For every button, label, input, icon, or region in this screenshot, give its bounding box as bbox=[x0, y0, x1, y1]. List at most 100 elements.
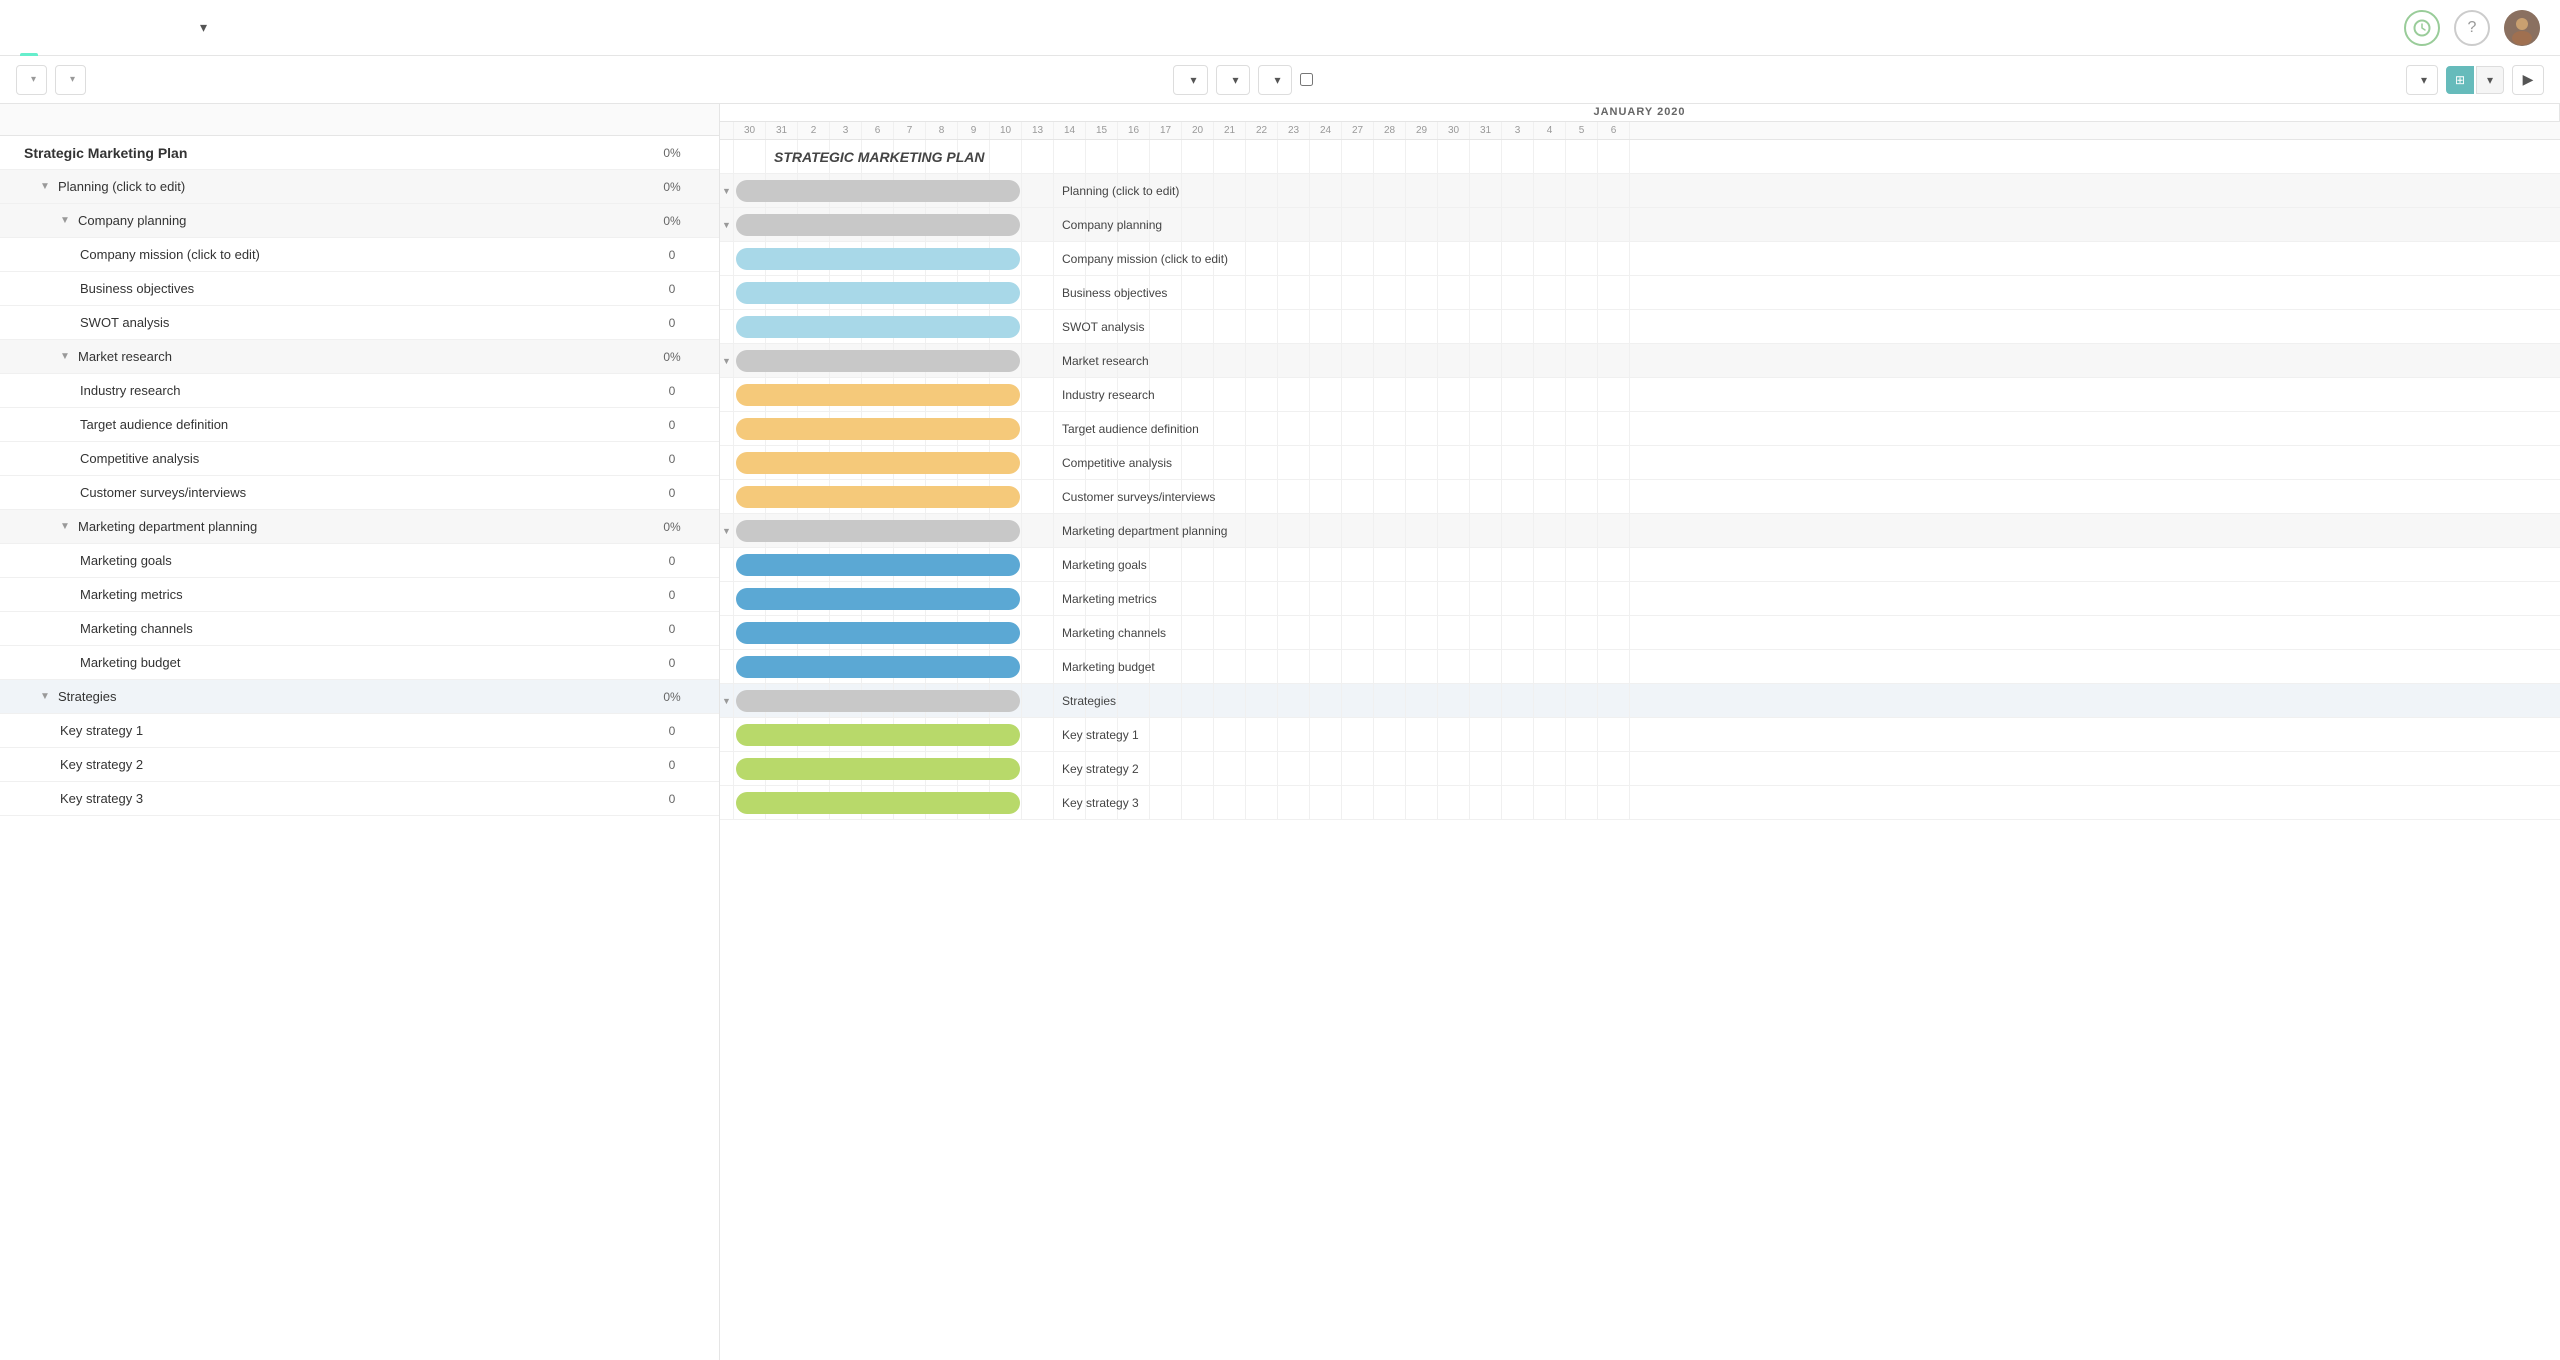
gantt-bar[interactable] bbox=[736, 282, 1020, 304]
gantt-row[interactable]: Competitive analysis bbox=[720, 446, 2560, 480]
all-colors-filter[interactable]: ▾ bbox=[1258, 65, 1292, 95]
gantt-bar[interactable] bbox=[736, 622, 1020, 644]
gantt-row[interactable]: ▼Strategies bbox=[720, 684, 2560, 718]
list-item[interactable]: Business objectives0 bbox=[0, 272, 719, 306]
list-item[interactable]: Key strategy 30 bbox=[0, 782, 719, 816]
gantt-expand-icon[interactable]: ▼ bbox=[722, 526, 731, 536]
tab-people[interactable] bbox=[146, 0, 182, 56]
gantt-bar[interactable] bbox=[736, 554, 1020, 576]
list-view-button[interactable]: ▾ bbox=[2476, 66, 2504, 94]
tab-more[interactable]: ▾ bbox=[182, 0, 225, 56]
gantt-row[interactable]: Company mission (click to edit) bbox=[720, 242, 2560, 276]
gantt-row[interactable]: STRATEGIC MARKETING PLAN bbox=[720, 140, 2560, 174]
grid-view-button[interactable]: ⊞ bbox=[2446, 66, 2474, 94]
menu-chevron-icon: ▾ bbox=[31, 74, 36, 85]
gantt-bar[interactable] bbox=[736, 486, 1020, 508]
menu-button[interactable]: ▾ bbox=[16, 65, 47, 95]
day-cell: 30 bbox=[734, 122, 766, 139]
gantt-expand-icon[interactable]: ▼ bbox=[722, 220, 731, 230]
tab-calendar[interactable] bbox=[74, 0, 110, 56]
list-item[interactable]: Marketing goals0 bbox=[0, 544, 719, 578]
gantt-row[interactable]: Key strategy 3 bbox=[720, 786, 2560, 820]
gantt-row[interactable]: Marketing goals bbox=[720, 548, 2560, 582]
expand-icon[interactable]: ▼ bbox=[40, 181, 52, 192]
list-item[interactable]: Marketing channels0 bbox=[0, 612, 719, 646]
gantt-grid-cell bbox=[1374, 412, 1406, 445]
gantt-row[interactable]: ▼Planning (click to edit) bbox=[720, 174, 2560, 208]
all-dates-filter[interactable]: ▾ bbox=[1216, 65, 1250, 95]
gantt-bar[interactable] bbox=[736, 384, 1020, 406]
list-item[interactable]: ▼Strategies0% bbox=[0, 680, 719, 714]
list-item[interactable]: ▼Company planning0% bbox=[0, 204, 719, 238]
gantt-row[interactable]: Target audience definition bbox=[720, 412, 2560, 446]
gantt-bar[interactable] bbox=[736, 248, 1020, 270]
expand-icon[interactable]: ▼ bbox=[60, 521, 72, 532]
gantt-row[interactable]: Business objectives bbox=[720, 276, 2560, 310]
gantt-expand-icon[interactable]: ▼ bbox=[722, 356, 731, 366]
gantt-bar[interactable] bbox=[736, 656, 1020, 678]
gantt-row[interactable]: Industry research bbox=[720, 378, 2560, 412]
day-cell: 10 bbox=[990, 122, 1022, 139]
list-item[interactable]: ▼Planning (click to edit)0% bbox=[0, 170, 719, 204]
gantt-row[interactable]: Customer surveys/interviews bbox=[720, 480, 2560, 514]
expand-icon[interactable]: ▼ bbox=[40, 691, 52, 702]
gantt-row[interactable]: ▼Marketing department planning bbox=[720, 514, 2560, 548]
hide-completed-label[interactable] bbox=[1300, 73, 1319, 86]
gantt-bar[interactable] bbox=[736, 792, 1020, 814]
gantt-bar[interactable] bbox=[736, 316, 1020, 338]
gantt-bar[interactable] bbox=[736, 588, 1020, 610]
view-button[interactable]: ▾ bbox=[55, 65, 86, 95]
expand-icon[interactable]: ▼ bbox=[60, 215, 72, 226]
gantt-row[interactable]: ▼Company planning bbox=[720, 208, 2560, 242]
list-item[interactable]: Customer surveys/interviews0 bbox=[0, 476, 719, 510]
gantt-bar[interactable] bbox=[736, 724, 1020, 746]
gantt-grid-cell bbox=[1246, 786, 1278, 819]
gantt-bar[interactable] bbox=[736, 214, 1020, 236]
export-button[interactable]: ▶ bbox=[2512, 65, 2544, 95]
month-row: JANUARY 2020 bbox=[720, 104, 2560, 122]
gantt-row[interactable]: Key strategy 2 bbox=[720, 752, 2560, 786]
gantt-row[interactable]: ▼Market research bbox=[720, 344, 2560, 378]
gantt-row[interactable]: Marketing budget bbox=[720, 650, 2560, 684]
gantt-row[interactable]: Marketing metrics bbox=[720, 582, 2560, 616]
gantt-expand-icon[interactable]: ▼ bbox=[722, 186, 731, 196]
list-item[interactable]: Key strategy 10 bbox=[0, 714, 719, 748]
list-item[interactable]: ▼Marketing department planning0% bbox=[0, 510, 719, 544]
gantt-row[interactable]: Marketing channels bbox=[720, 616, 2560, 650]
day-cell: 31 bbox=[766, 122, 798, 139]
list-item[interactable]: Marketing metrics0 bbox=[0, 578, 719, 612]
gantt-label: Business objectives bbox=[1062, 286, 1167, 300]
list-item[interactable]: Target audience definition0 bbox=[0, 408, 719, 442]
list-item[interactable]: Company mission (click to edit)0 bbox=[0, 238, 719, 272]
list-item[interactable]: Competitive analysis0 bbox=[0, 442, 719, 476]
zoom-button[interactable]: ▾ bbox=[2406, 65, 2438, 95]
list-item[interactable]: Key strategy 20 bbox=[0, 748, 719, 782]
gantt-row[interactable]: Key strategy 1 bbox=[720, 718, 2560, 752]
gantt-bar[interactable] bbox=[736, 180, 1020, 202]
gantt-grid-cell bbox=[1374, 616, 1406, 649]
tab-list[interactable] bbox=[38, 0, 74, 56]
gantt-grid-cell bbox=[1566, 684, 1598, 717]
gantt-bar[interactable] bbox=[736, 758, 1020, 780]
list-item[interactable]: SWOT analysis0 bbox=[0, 306, 719, 340]
gantt-expand-icon[interactable]: ▼ bbox=[722, 696, 731, 706]
expand-icon[interactable]: ▼ bbox=[60, 351, 72, 362]
gantt-bar[interactable] bbox=[736, 350, 1020, 372]
list-item[interactable]: Industry research0 bbox=[0, 374, 719, 408]
gantt-row[interactable]: SWOT analysis bbox=[720, 310, 2560, 344]
tab-gantt[interactable] bbox=[20, 0, 38, 56]
list-item[interactable]: ▼Market research0% bbox=[0, 340, 719, 374]
gantt-bar[interactable] bbox=[736, 690, 1020, 712]
gantt-bar[interactable] bbox=[736, 520, 1020, 542]
user-avatar[interactable] bbox=[2504, 10, 2540, 46]
hide-completed-checkbox[interactable] bbox=[1300, 73, 1313, 86]
gantt-bar[interactable] bbox=[736, 418, 1020, 440]
task-list: Strategic Marketing Plan0%▼Planning (cli… bbox=[0, 136, 719, 816]
help-icon-button[interactable]: ? bbox=[2454, 10, 2490, 46]
list-item[interactable]: Marketing budget0 bbox=[0, 646, 719, 680]
timer-icon-button[interactable] bbox=[2404, 10, 2440, 46]
list-item[interactable]: Strategic Marketing Plan0% bbox=[0, 136, 719, 170]
gantt-bar[interactable] bbox=[736, 452, 1020, 474]
tab-discussions[interactable] bbox=[110, 0, 146, 56]
everyone-filter[interactable]: ▾ bbox=[1173, 65, 1207, 95]
